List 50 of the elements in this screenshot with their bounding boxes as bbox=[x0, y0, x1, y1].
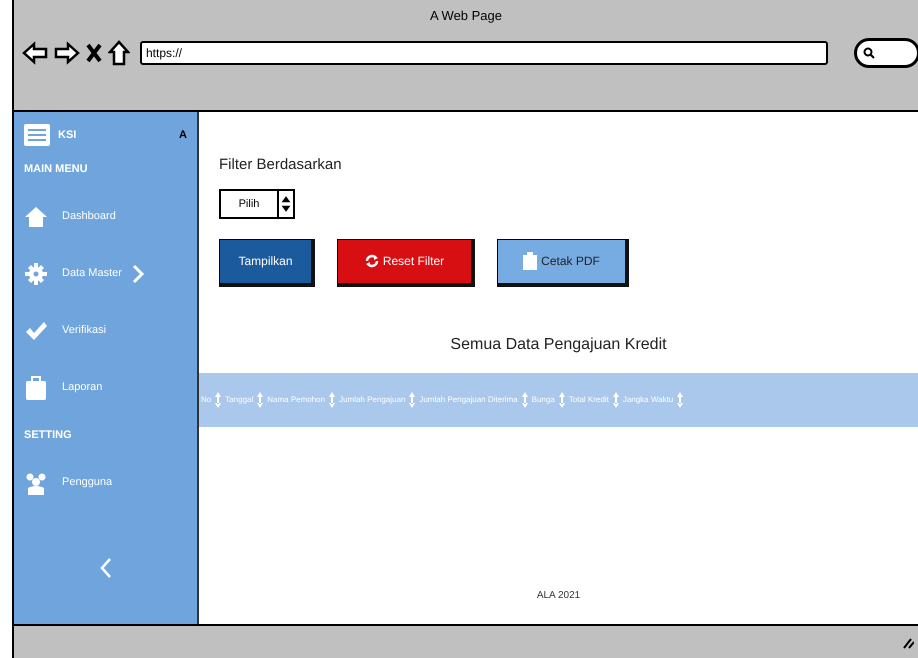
sidebar-item[interactable]: Data Master bbox=[24, 245, 187, 302]
gear-icon bbox=[24, 262, 48, 286]
sort-icon[interactable] bbox=[409, 392, 416, 408]
forward-icon[interactable] bbox=[54, 41, 80, 65]
brand-name: KSI bbox=[58, 128, 76, 143]
sort-icon[interactable] bbox=[257, 392, 264, 408]
show-button[interactable]: Tampilkan bbox=[219, 238, 315, 286]
home-icon[interactable] bbox=[108, 40, 130, 66]
column-header[interactable]: Jumlah Pengajuan bbox=[339, 394, 406, 406]
clipboard-icon bbox=[523, 252, 538, 270]
reset-button[interactable]: Reset Filter bbox=[337, 238, 475, 286]
sort-icon[interactable] bbox=[215, 392, 222, 408]
sort-icon[interactable] bbox=[558, 392, 565, 408]
column-header[interactable]: Bunga bbox=[532, 394, 555, 406]
window-title: A Web Page bbox=[428, 7, 504, 25]
column-header[interactable]: Total Kredit bbox=[568, 394, 609, 406]
search-field[interactable] bbox=[854, 38, 918, 68]
sort-icon[interactable] bbox=[677, 392, 684, 408]
house-icon bbox=[24, 204, 48, 228]
search-icon bbox=[863, 47, 875, 59]
table-title: Semua Data Pengajuan Kredit bbox=[449, 334, 668, 354]
sort-icon[interactable] bbox=[522, 392, 528, 408]
print-button[interactable]: Cetak PDF bbox=[497, 238, 629, 286]
refresh-icon bbox=[364, 254, 379, 268]
sidebar-item[interactable]: Dashboard bbox=[24, 188, 187, 245]
users-icon bbox=[24, 470, 48, 494]
brand-suffix: A bbox=[179, 128, 187, 143]
sidebar-item[interactable]: Laporan bbox=[24, 359, 187, 416]
spinner-icon bbox=[277, 190, 293, 216]
sidebar-item[interactable]: Verifikasi bbox=[24, 302, 187, 359]
column-header[interactable]: Jangka Waktu bbox=[622, 394, 674, 406]
column-header[interactable]: Jumlah Pengajuan Diterima bbox=[419, 394, 518, 406]
briefcase-icon bbox=[24, 376, 48, 400]
sort-icon[interactable] bbox=[329, 392, 336, 408]
section-heading: SETTING bbox=[24, 428, 73, 443]
filter-label: Filter Berdasarkan bbox=[219, 155, 343, 175]
close-icon[interactable] bbox=[86, 43, 102, 63]
column-header[interactable]: Tanggal bbox=[225, 394, 254, 406]
collapse-icon[interactable] bbox=[100, 556, 112, 578]
chevron-right-icon bbox=[132, 264, 144, 284]
back-icon[interactable] bbox=[22, 41, 48, 65]
select-field[interactable]: Pilih bbox=[219, 188, 295, 218]
sidebar-item[interactable]: Pengguna bbox=[24, 454, 187, 511]
section-heading: MAIN MENU bbox=[24, 162, 89, 177]
sort-icon[interactable] bbox=[612, 392, 619, 408]
address-field[interactable]: https:// bbox=[140, 41, 828, 65]
column-header[interactable]: No bbox=[201, 394, 212, 406]
menu-icon[interactable] bbox=[24, 124, 50, 146]
footer-text: ALA 2021 bbox=[536, 590, 580, 601]
column-header[interactable]: Nama Pemohon bbox=[267, 394, 326, 406]
